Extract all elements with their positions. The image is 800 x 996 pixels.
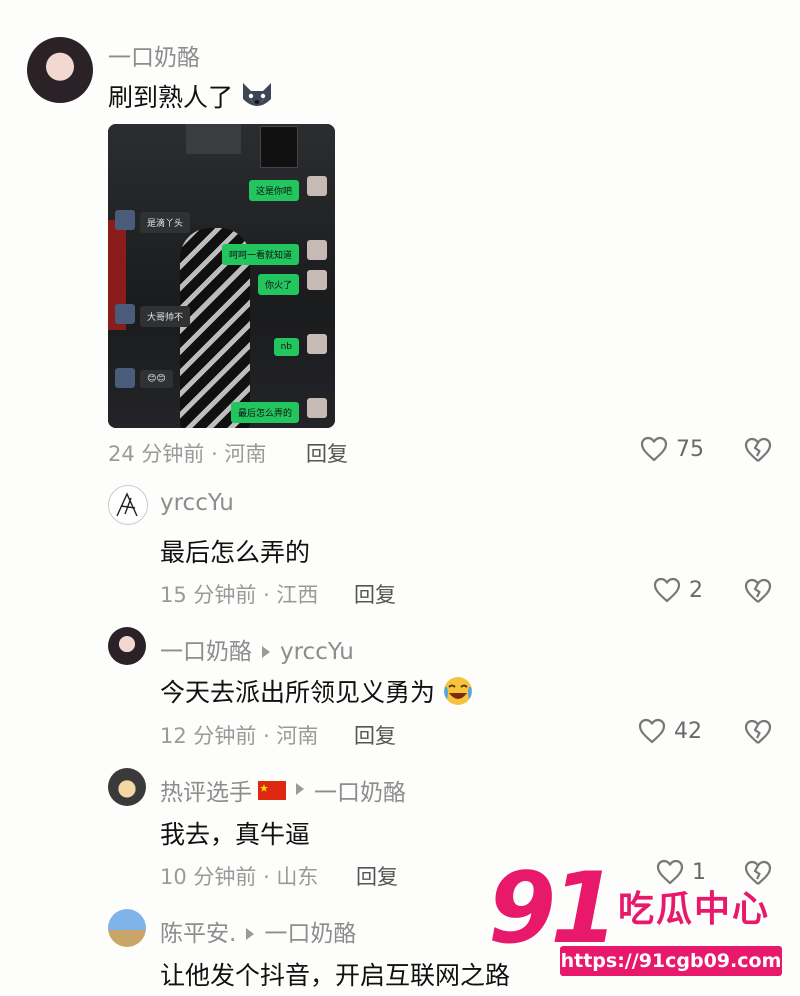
chat-screenshot-image[interactable]: 这是你吧 是滴丫头 呵呵一看就知道 你火了 大哥帅不 nb 😊😊 最后怎么弄的 [108, 124, 335, 428]
like-count: 75 [676, 436, 704, 462]
comment-author[interactable]: 一口奶酪 [160, 639, 252, 665]
comment-author[interactable]: 陈平安. [160, 921, 236, 947]
like-button[interactable]: 75 [640, 436, 704, 462]
like-count: 2 [689, 577, 703, 603]
comment-author[interactable]: yrccYu [160, 490, 234, 516]
broken-heart-icon [744, 578, 772, 603]
chat-avatar [115, 304, 135, 324]
chat-bubble: 最后怎么弄的 [230, 402, 299, 423]
laugh-cry-emoji-icon [441, 675, 475, 707]
like-button[interactable]: 42 [638, 718, 702, 744]
comment-text: 刷到熟人了 [108, 78, 275, 114]
avatar[interactable] [108, 485, 148, 525]
heart-icon [638, 718, 666, 744]
comment-time-location: 12 分钟前 · 河南 [160, 724, 319, 748]
like-button[interactable]: 2 [653, 577, 703, 603]
comment-text: 让他发个抖音，开启互联网之路 [160, 961, 511, 990]
dislike-button[interactable] [744, 719, 772, 745]
comment-text: 最后怎么弄的 [160, 538, 311, 567]
reply-button[interactable]: 回复 [356, 861, 398, 891]
comment-text: 今天去派出所领见义勇为 [160, 673, 475, 709]
reply-arrow-icon [246, 927, 255, 940]
comment-author-line: 陈平安. 一口奶酪 [160, 914, 356, 948]
comment-author-line: 一口奶酪 yrccYu [160, 632, 354, 666]
reply-button[interactable]: 回复 [354, 579, 396, 609]
chat-avatar [115, 210, 135, 230]
chat-bubble: 这是你吧 [248, 180, 299, 201]
avatar[interactable] [27, 37, 93, 103]
reply-to-user[interactable]: 一口奶酪 [264, 921, 356, 947]
husky-emoji-icon [239, 79, 275, 113]
comment-author[interactable]: 热评选手 [160, 773, 252, 807]
ceiling-light [186, 124, 241, 154]
comment-text-body: 刷到熟人了 [108, 83, 234, 112]
chat-bubble: 是滴丫头 [140, 212, 191, 233]
watermark: 91 吃瓜中心 https://91cgb09.com [488, 860, 793, 985]
comment-text: 我去，真牛逼 [160, 820, 311, 849]
watermark-number: 91 [488, 852, 618, 966]
watermark-brand: 吃瓜中心 [618, 889, 771, 930]
watermark-url: https://91cgb09.com [560, 946, 782, 976]
reply-arrow-icon [296, 783, 304, 795]
chat-bubble: 呵呵一看就知道 [221, 244, 299, 265]
reply-arrow-icon [262, 645, 270, 658]
dislike-button[interactable] [744, 437, 772, 463]
heart-icon [640, 436, 668, 462]
heart-icon [653, 577, 681, 603]
chat-avatar [307, 270, 327, 290]
comment-time-location: 10 分钟前 · 山东 [160, 865, 319, 889]
reply-to-user[interactable]: 一口奶酪 [314, 773, 406, 807]
comment-author-line: 热评选手 一口奶酪 [160, 773, 406, 807]
comment-time-location: 24 分钟前 · 河南 [108, 442, 267, 466]
comment-text-body: 今天去派出所领见义勇为 [160, 678, 436, 707]
comment-author[interactable]: 一口奶酪 [108, 38, 200, 72]
chat-bubble: 你火了 [257, 274, 299, 295]
reply-button[interactable]: 回复 [354, 720, 396, 750]
dislike-button[interactable] [744, 578, 772, 604]
reply-to-user[interactable]: yrccYu [280, 639, 354, 665]
avatar[interactable] [108, 627, 146, 665]
broken-heart-icon [744, 437, 772, 462]
reply-button[interactable]: 回复 [306, 438, 348, 468]
avatar[interactable] [108, 909, 146, 947]
chat-avatar [307, 240, 327, 260]
chat-bubble: nb [273, 338, 299, 356]
sketch-avatar-icon [116, 492, 138, 517]
chat-avatar [115, 368, 135, 388]
chat-avatar [307, 334, 327, 354]
broken-heart-icon [744, 719, 772, 744]
avatar[interactable] [108, 768, 146, 806]
like-count: 42 [674, 718, 702, 744]
comment-time-location: 15 分钟前 · 江西 [160, 583, 319, 607]
chat-bubble: 😊😊 [140, 370, 173, 388]
chat-bubble: 大哥帅不 [140, 306, 191, 327]
chat-avatar [307, 398, 327, 418]
chat-avatar [307, 176, 327, 196]
cn-flag-icon [258, 780, 286, 800]
phone-thumbnail [260, 126, 298, 168]
